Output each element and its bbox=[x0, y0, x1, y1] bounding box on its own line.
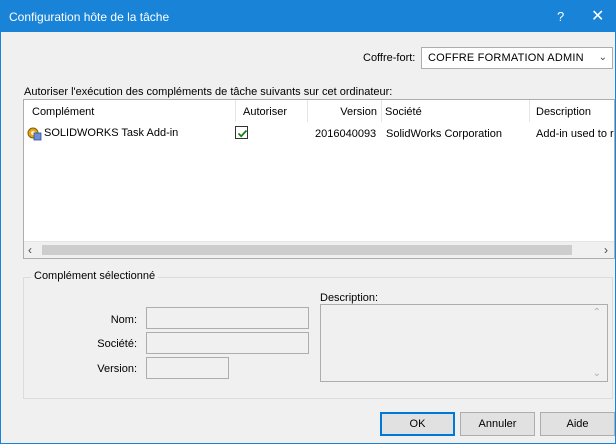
title-bar[interactable]: Configuration hôte de la tâche ? ✕ bbox=[1, 1, 615, 32]
vault-label: Coffre-fort: bbox=[363, 52, 416, 64]
groupbox-legend: Complément sélectionné bbox=[31, 270, 159, 282]
scroll-right-icon[interactable]: › bbox=[604, 243, 608, 257]
vault-selected-value: COFFRE FORMATION ADMIN bbox=[428, 52, 584, 64]
column-header-societe[interactable]: Société bbox=[382, 100, 530, 122]
help-icon[interactable]: ? bbox=[557, 9, 564, 24]
addin-name: SOLIDWORKS Task Add-in bbox=[44, 127, 179, 139]
addin-company: SolidWorks Corporation bbox=[386, 128, 502, 140]
version-field[interactable] bbox=[146, 357, 229, 379]
horizontal-scrollbar[interactable]: ‹ › bbox=[24, 241, 614, 258]
name-field[interactable] bbox=[146, 307, 309, 329]
chevron-down-icon[interactable]: ⌄ bbox=[599, 52, 607, 63]
description-field[interactable]: ⌃ ⌄ bbox=[320, 304, 608, 382]
version-label: Version: bbox=[97, 363, 137, 375]
company-field[interactable] bbox=[146, 332, 309, 354]
column-header-version[interactable]: Version bbox=[308, 100, 382, 122]
addin-gear-icon bbox=[27, 127, 42, 141]
scroll-up-icon[interactable]: ⌃ bbox=[593, 307, 601, 318]
addin-version: 2016040093 bbox=[315, 128, 377, 140]
table-header: Complément Autoriser Version Société Des… bbox=[24, 100, 614, 122]
column-header-autoriser[interactable]: Autoriser bbox=[236, 100, 308, 122]
scroll-left-icon[interactable]: ‹ bbox=[28, 243, 32, 257]
description-label: Description: bbox=[320, 292, 379, 304]
cancel-button[interactable]: Annuler bbox=[460, 412, 535, 436]
column-header-complement[interactable]: Complément bbox=[24, 100, 236, 122]
vault-dropdown[interactable]: COFFRE FORMATION ADMIN ⌄ bbox=[421, 47, 613, 69]
allow-instruction-text: Autoriser l'exécution des compléments de… bbox=[24, 86, 393, 98]
scrollbar-thumb[interactable] bbox=[42, 245, 572, 255]
window-title: Configuration hôte de la tâche bbox=[9, 10, 170, 24]
allow-checkbox[interactable] bbox=[235, 126, 248, 139]
checkmark-icon bbox=[237, 129, 248, 138]
help-button[interactable]: Aide bbox=[540, 412, 615, 436]
addins-table[interactable]: Complément Autoriser Version Société Des… bbox=[23, 99, 615, 259]
close-icon[interactable]: ✕ bbox=[591, 6, 604, 26]
addin-description: Add-in used to ru bbox=[536, 128, 615, 140]
company-label: Société: bbox=[97, 338, 137, 350]
ok-button[interactable]: OK bbox=[380, 412, 455, 436]
column-header-description[interactable]: Description bbox=[530, 100, 614, 122]
name-label: Nom: bbox=[110, 314, 137, 326]
scroll-down-icon[interactable]: ⌄ bbox=[593, 368, 601, 379]
task-host-config-dialog: Configuration hôte de la tâche ? ✕ Coffr… bbox=[0, 0, 616, 444]
table-row[interactable]: SOLIDWORKS Task Add-in 2016040093 SolidW… bbox=[24, 124, 614, 144]
